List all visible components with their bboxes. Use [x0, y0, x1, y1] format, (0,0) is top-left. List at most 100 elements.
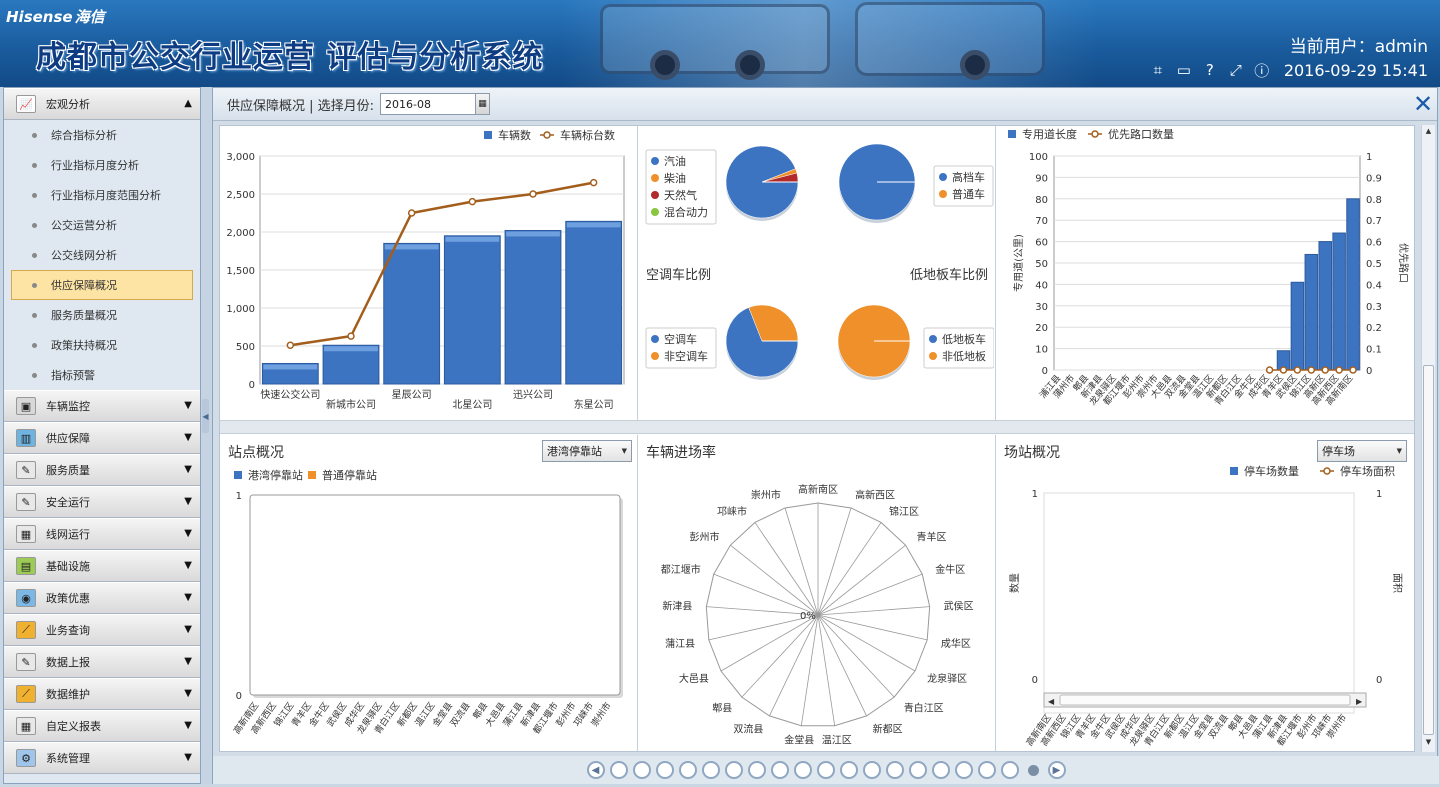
legend-swatch [939, 173, 947, 181]
chevron-down-icon[interactable]: ▼ [184, 400, 192, 411]
page-dot[interactable] [908, 761, 927, 779]
sidebar-group-5[interactable]: ▦ 线网运行 ▼ [4, 518, 200, 550]
chevron-up-icon[interactable]: ▲ [184, 98, 192, 109]
chevron-down-icon[interactable]: ▼ [184, 592, 192, 603]
bullet-icon [32, 282, 37, 288]
legend-swatch [651, 174, 659, 182]
sidebar-item[interactable]: 综合指标分析 [4, 120, 200, 150]
page-dot[interactable] [816, 761, 835, 779]
calendar-icon[interactable]: ▦ [476, 93, 491, 115]
sidebar-item[interactable]: 公交运营分析 [4, 210, 200, 240]
y-tick-label: 90 [1035, 173, 1048, 184]
sidebar-group-2[interactable]: ▥ 供应保障 ▼ [4, 422, 200, 454]
fullscreen-icon[interactable]: ⤢ [1226, 60, 1246, 80]
monitor-icon: ▣ [16, 397, 36, 415]
sidebar-group-7[interactable]: ◉ 政策优惠 ▼ [4, 582, 200, 614]
bullet-icon [32, 252, 37, 258]
info-icon[interactable]: ⓘ [1252, 60, 1272, 80]
close-icon[interactable]: ✕ [1411, 92, 1435, 116]
sidebar-group-0[interactable]: 📈 宏观分析 ▲ [4, 88, 200, 120]
radar-spoke [817, 544, 906, 616]
sidebar-item-label: 指标预警 [51, 369, 95, 382]
vertical-scrollbar[interactable]: ▲ ▼ [1421, 125, 1435, 752]
x-tick-label: 星辰公司 [392, 389, 432, 401]
page-dot[interactable] [678, 761, 697, 779]
sidebar-item[interactable]: 政策扶持概况 [4, 330, 200, 360]
sidebar-item[interactable]: 行业指标月度范围分析 [4, 180, 200, 210]
sidebar-group-11[interactable]: ▦ 自定义报表 ▼ [4, 710, 200, 742]
line-point [1349, 366, 1357, 374]
chevron-down-icon[interactable]: ▼ [184, 496, 192, 507]
chevron-down-icon[interactable]: ▼ [184, 752, 192, 763]
y-tick-label: 100 [1029, 152, 1048, 163]
chevron-down-icon[interactable]: ▼ [184, 464, 192, 475]
page-dot[interactable] [724, 761, 743, 779]
collapse-arrow-icon[interactable]: ◀ [202, 399, 209, 433]
next-page-icon[interactable]: ▶ [1047, 761, 1066, 779]
crop-icon[interactable]: ⌗ [1148, 60, 1168, 80]
chevron-down-icon[interactable]: ▼ [184, 720, 192, 731]
chevron-down-icon[interactable]: ▼ [184, 688, 192, 699]
page-dot[interactable] [770, 761, 789, 779]
chevron-down-icon[interactable]: ▼ [184, 560, 192, 571]
page-dot[interactable] [931, 761, 950, 779]
month-input[interactable]: 2016-08 [380, 93, 477, 115]
scroll-thumb[interactable] [1423, 365, 1434, 735]
line-point [1265, 366, 1274, 374]
page-dot[interactable] [954, 761, 973, 779]
scroll-up-icon[interactable]: ▲ [1422, 127, 1435, 139]
sidebar-group-4[interactable]: ✎ 安全运行 ▼ [4, 486, 200, 518]
sidebar-splitter[interactable]: ◀ [201, 87, 211, 784]
chevron-down-icon[interactable]: ▼ [184, 624, 192, 635]
radar-label: 邛崃市 [717, 505, 747, 518]
page-dot[interactable] [793, 761, 812, 779]
radar-label: 崇州市 [751, 489, 781, 502]
page-dot[interactable] [747, 761, 766, 779]
sidebar-group-9[interactable]: ✎ 数据上报 ▼ [4, 646, 200, 678]
sidebar-group-6[interactable]: ▤ 基础设施 ▼ [4, 550, 200, 582]
radar-spoke [720, 614, 819, 672]
radar-label: 郫县 [712, 701, 732, 714]
sidebar-group-12[interactable]: ⚙ 系统管理 ▼ [4, 742, 200, 774]
page-dot[interactable] [862, 761, 881, 779]
page-dot[interactable] [977, 761, 996, 779]
sidebar-group-1[interactable]: ▣ 车辆监控 ▼ [4, 390, 200, 422]
radar-label: 龙泉驿区 [927, 672, 967, 685]
legend-label: 停车场数量 [1244, 464, 1299, 478]
keyboard-icon[interactable]: ▭ [1174, 60, 1194, 80]
page-dot[interactable] [632, 761, 651, 779]
sidebar-item[interactable]: 指标预警 [4, 360, 200, 390]
help-icon[interactable]: ? [1200, 60, 1220, 80]
page-dot[interactable] [885, 761, 904, 779]
scroll-down-icon[interactable]: ▼ [1422, 738, 1435, 750]
sidebar-group-10[interactable]: ⟋ 数据维护 ▼ [4, 678, 200, 710]
scroll-left-icon: ◀ [1048, 697, 1055, 706]
sidebar-group-3[interactable]: ✎ 服务质量 ▼ [4, 454, 200, 486]
y-tick-label: 3,000 [226, 152, 255, 163]
bullet-icon [32, 372, 37, 378]
page-dot[interactable] [701, 761, 720, 779]
sidebar-item[interactable]: 服务质量概况 [4, 300, 200, 330]
legend-label: 高档车 [952, 170, 985, 184]
page-dot-active[interactable] [1027, 764, 1039, 776]
sidebar-item[interactable]: 行业指标月度分析 [4, 150, 200, 180]
bar [443, 235, 501, 385]
pencil-icon: ✎ [16, 653, 36, 671]
page-dot[interactable] [609, 761, 628, 779]
sidebar-group-8[interactable]: ⟋ 业务查询 ▼ [4, 614, 200, 646]
prev-page-icon[interactable]: ◀ [586, 761, 605, 779]
bar [1318, 241, 1332, 371]
chevron-down-icon[interactable]: ▼ [184, 656, 192, 667]
page-dot[interactable] [839, 761, 858, 779]
row-divider [220, 420, 1414, 434]
chevron-down-icon[interactable]: ▼ [184, 528, 192, 539]
chevron-down-icon[interactable]: ▼ [184, 432, 192, 443]
line-point [589, 178, 598, 187]
radar-label: 大邑县 [679, 672, 709, 685]
radar-label: 新都区 [873, 723, 903, 736]
sidebar-item[interactable]: 供应保障概况 [11, 270, 193, 300]
sidebar-item[interactable]: 公交线网分析 [4, 240, 200, 270]
legend-label: 车辆标台数 [560, 128, 615, 142]
page-dot[interactable] [655, 761, 674, 779]
page-dot[interactable] [1000, 761, 1019, 779]
